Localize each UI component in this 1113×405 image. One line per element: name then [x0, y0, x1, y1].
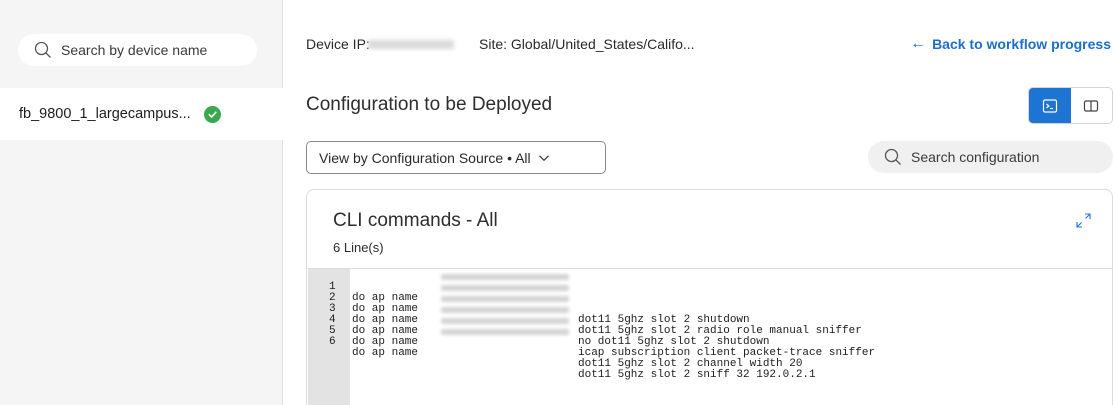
device-list-item[interactable]: fb_9800_1_largecampus...	[0, 88, 283, 140]
main-panel: Device IP: Site: Global/United_States/Ca…	[306, 0, 1113, 405]
success-check-icon	[203, 105, 221, 123]
ap-name-redacted	[441, 307, 569, 313]
ap-name-redacted	[441, 318, 569, 324]
code-line: 4 do ap name icap subscription client pa…	[308, 304, 875, 359]
back-link-label: Back to workflow progress	[932, 36, 1111, 52]
code-editor[interactable]: 1 do ap name dot11 5ghz slot 2 shutdown …	[308, 268, 1112, 405]
view-toggle	[1028, 87, 1113, 124]
ap-name-redacted	[441, 274, 569, 280]
cli-title: CLI commands - All	[333, 210, 498, 231]
ap-name-redacted	[441, 285, 569, 291]
ap-name-redacted	[441, 296, 569, 302]
search-icon	[884, 148, 901, 165]
code-lines: 1 do ap name dot11 5ghz slot 2 shutdown …	[308, 271, 875, 381]
arrow-left-icon: ←	[910, 35, 927, 52]
expand-icon[interactable]	[1075, 212, 1092, 229]
code-line: 1 do ap name dot11 5ghz slot 2 shutdown	[308, 271, 750, 326]
code-line: 2 do ap name dot11 5ghz slot 2 radio rol…	[308, 282, 862, 337]
configuration-source-dropdown[interactable]: View by Configuration Source • All	[306, 141, 606, 174]
device-search-box[interactable]	[18, 34, 257, 66]
dropdown-label: View by Configuration Source • All	[319, 149, 531, 166]
device-name: fb_9800_1_largecampus...	[19, 106, 191, 122]
device-sidebar: fb_9800_1_largecampus...	[0, 0, 283, 405]
terminal-icon	[1042, 98, 1057, 113]
cli-commands-panel: CLI commands - All 6 Line(s) 1 do ap nam…	[306, 189, 1113, 405]
search-icon	[34, 41, 51, 58]
page-title: Configuration to be Deployed	[306, 94, 553, 115]
command-text: dot11 5ghz slot 2 sniff 32 192.0.2.1	[578, 369, 816, 381]
code-line: 5 do ap name dot11 5ghz slot 2 channel w…	[308, 315, 802, 370]
code-line: 3 do ap name no dot11 5ghz slot 2 shutdo…	[308, 293, 769, 348]
split-view-button[interactable]	[1071, 88, 1113, 123]
back-to-workflow-link[interactable]: ← Back to workflow progress	[910, 35, 1111, 53]
device-ip-value-redacted	[368, 40, 454, 49]
device-search-input[interactable]	[61, 42, 251, 58]
chevron-down-icon	[538, 154, 549, 161]
line-count: 6 Line(s)	[333, 240, 384, 255]
split-view-icon	[1084, 99, 1099, 112]
line-number: 6	[329, 336, 336, 348]
device-ip-label: Device IP:	[306, 36, 370, 52]
site-label: Site: Global/United_States/Califo...	[479, 36, 695, 52]
config-search-input[interactable]	[911, 149, 1091, 165]
terminal-view-button[interactable]	[1029, 88, 1071, 123]
ap-name-redacted	[441, 329, 569, 335]
command-prefix: do ap name	[352, 347, 419, 359]
code-line: 6 do ap name dot11 5ghz slot 2 sniff 32 …	[308, 326, 816, 381]
config-search-box[interactable]	[868, 141, 1113, 173]
